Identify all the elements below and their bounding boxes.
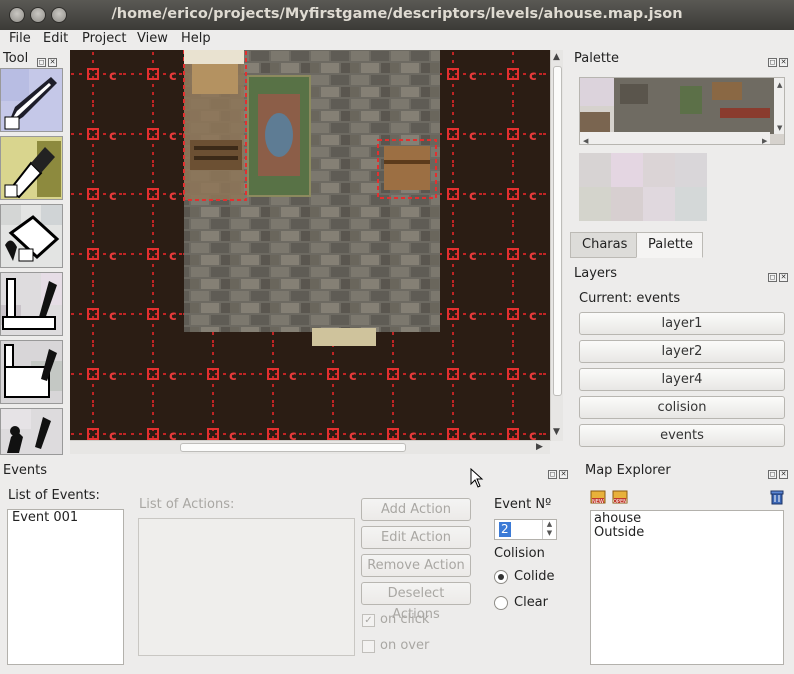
menubar: File Edit Project View Help xyxy=(0,30,794,48)
deselect-actions-button[interactable]: Deselect Actions xyxy=(361,582,471,622)
palette-dock-buttons: ◻ ✕ xyxy=(768,53,790,67)
colision-label: Colision xyxy=(494,546,545,561)
events-list[interactable]: Event 001 xyxy=(7,509,124,665)
on-click-label: on click xyxy=(380,612,430,627)
list-of-events-label: List of Events: xyxy=(8,488,100,503)
layer-button-layer1[interactable]: layer1 xyxy=(579,312,785,335)
actions-list[interactable] xyxy=(138,518,355,656)
spin-arrows-icon[interactable]: ▲ ▼ xyxy=(542,520,556,539)
pencil-icon xyxy=(1,69,62,131)
rectangle-tool-icon xyxy=(1,341,62,403)
event-tool-button[interactable] xyxy=(0,408,63,455)
layers-dock-buttons: ◻ ✕ xyxy=(768,268,790,282)
add-action-button[interactable]: Add Action xyxy=(361,498,471,521)
delete-map-icon[interactable] xyxy=(770,489,784,505)
clear-radio[interactable] xyxy=(494,596,508,610)
window-title: /home/erico/projects/Myfirstgame/descrip… xyxy=(111,6,683,22)
svg-text:NEW: NEW xyxy=(592,499,604,505)
svg-text:OPEN: OPEN xyxy=(613,499,627,505)
close-icon[interactable]: ✕ xyxy=(779,470,788,479)
menu-help[interactable]: Help xyxy=(181,31,211,46)
map-explorer-title: Map Explorer xyxy=(585,463,671,478)
layer-button-events[interactable]: events xyxy=(579,424,785,447)
rectangle-tool-button[interactable] xyxy=(0,340,63,404)
menu-view[interactable]: View xyxy=(137,31,168,46)
svg-text:◀: ◀ xyxy=(583,137,589,145)
on-over-label: on over xyxy=(380,638,430,653)
layer-button-layer4[interactable]: layer4 xyxy=(579,368,785,391)
list-item[interactable]: Outside xyxy=(591,526,783,540)
eyedropper-icon xyxy=(1,137,62,199)
map-tiles: c xyxy=(70,50,550,440)
tool-panel xyxy=(0,50,66,455)
close-icon[interactable]: ✕ xyxy=(779,58,788,67)
event-number-label: Event Nº xyxy=(494,497,552,512)
list-of-actions-label: List of Actions: xyxy=(139,497,235,512)
events-panel-title: Events xyxy=(3,463,48,478)
title-bar: /home/erico/projects/Myfirstgame/descrip… xyxy=(0,0,794,30)
edit-action-button[interactable]: Edit Action xyxy=(361,526,471,549)
line-tool-icon xyxy=(1,273,62,335)
on-over-checkbox[interactable] xyxy=(362,640,375,653)
event-number-value[interactable]: 2 xyxy=(499,522,511,537)
float-icon[interactable]: ◻ xyxy=(548,470,557,479)
bucket-fill-icon xyxy=(1,205,62,267)
svg-text:▶: ▶ xyxy=(762,137,768,145)
palette-panel-title: Palette xyxy=(574,51,620,66)
line-tool-button[interactable] xyxy=(0,272,63,336)
map-canvas[interactable]: c xyxy=(70,50,550,440)
mouse-cursor-icon xyxy=(470,468,484,488)
open-map-icon[interactable]: OPEN xyxy=(612,489,628,505)
eyedropper-tool-button[interactable] xyxy=(0,136,63,200)
tab-charas[interactable]: Charas xyxy=(570,232,640,258)
list-item[interactable]: Event 001 xyxy=(8,510,123,526)
palette-selection-preview xyxy=(579,153,707,221)
maps-list[interactable]: ahouse Outside xyxy=(590,510,784,665)
remove-action-button[interactable]: Remove Action xyxy=(361,554,471,577)
current-layer-label: Current: events xyxy=(579,291,681,306)
menu-project[interactable]: Project xyxy=(82,31,126,46)
layer-button-colision[interactable]: colision xyxy=(579,396,785,419)
bucket-tool-button[interactable] xyxy=(0,204,63,268)
event-tool-icon xyxy=(1,409,62,454)
event-number-spinbox[interactable]: 2 ▲ ▼ xyxy=(494,519,557,540)
events-dock-buttons: ◻ ✕ xyxy=(548,465,570,479)
close-icon[interactable]: ✕ xyxy=(559,470,568,479)
colide-radio[interactable] xyxy=(494,570,508,584)
map-vertical-scrollbar[interactable]: ▲ ▼ xyxy=(550,50,563,441)
palette-tileset[interactable]: ▲ ▼ ◀ ▶ xyxy=(579,77,785,145)
on-click-checkbox[interactable]: ✓ xyxy=(362,614,375,627)
new-map-icon[interactable]: NEW xyxy=(590,489,606,505)
close-icon[interactable]: ✕ xyxy=(779,273,788,282)
map-horizontal-scrollbar[interactable]: ▶ xyxy=(70,440,550,454)
svg-text:▼: ▼ xyxy=(777,124,783,132)
clear-label: Clear xyxy=(514,595,548,610)
float-icon[interactable]: ◻ xyxy=(768,58,777,67)
layer-button-layer2[interactable]: layer2 xyxy=(579,340,785,363)
svg-text:▲: ▲ xyxy=(777,81,783,89)
float-icon[interactable]: ◻ xyxy=(768,470,777,479)
horizontal-scroll-thumb[interactable] xyxy=(180,443,406,452)
tab-palette[interactable]: Palette xyxy=(636,232,703,258)
layers-panel-title: Layers xyxy=(574,266,618,281)
pencil-tool-button[interactable] xyxy=(0,68,63,132)
vertical-scroll-thumb[interactable] xyxy=(553,66,562,396)
list-item[interactable]: ahouse xyxy=(591,511,783,526)
menu-file[interactable]: File xyxy=(9,31,31,46)
menu-edit[interactable]: Edit xyxy=(43,31,68,46)
map-explorer-dock-buttons: ◻ ✕ xyxy=(768,465,790,479)
tileset-image: ▲ ▼ ◀ ▶ xyxy=(580,78,784,145)
float-icon[interactable]: ◻ xyxy=(768,273,777,282)
colide-label: Colide xyxy=(514,569,555,584)
